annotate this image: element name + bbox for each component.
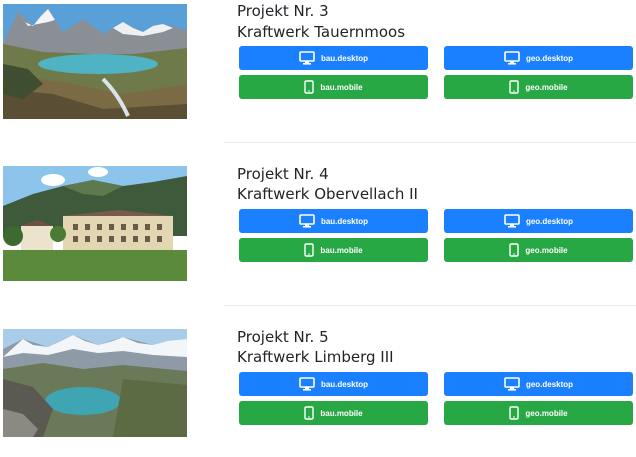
project-divider [224, 142, 636, 143]
bau-desktop-label: bau.desktop [320, 53, 369, 63]
geo-desktop-label: geo.desktop [525, 379, 574, 389]
project-5-number: Projekt Nr. 5 [237, 328, 329, 346]
bau-mobile-label: bau.mobile [320, 408, 363, 418]
geo-desktop-label: geo.desktop [525, 216, 574, 226]
desktop-monitor-icon [504, 51, 520, 65]
project-5-bau-desktop-button[interactable]: bau.desktop [239, 372, 428, 396]
desktop-monitor-icon [504, 214, 520, 228]
geo-mobile-label: geo.mobile [525, 408, 568, 418]
bau-mobile-label: bau.mobile [320, 245, 363, 255]
geo-mobile-label: geo.mobile [525, 245, 568, 255]
project-card-5: Projekt Nr. 5 Kraftwerk Limberg III bau.… [0, 327, 636, 457]
project-4-geo-mobile-button[interactable]: geo.mobile [444, 238, 633, 262]
mobile-phone-icon [509, 406, 520, 420]
project-3-name: Kraftwerk Tauernmoos [237, 23, 406, 41]
project-3-bau-mobile-button[interactable]: bau.mobile [239, 75, 428, 99]
project-4-photo [3, 166, 187, 281]
mobile-phone-icon [304, 406, 315, 420]
mobile-phone-icon [304, 80, 315, 94]
project-divider [224, 305, 636, 306]
project-5-geo-desktop-button[interactable]: geo.desktop [444, 372, 633, 396]
desktop-monitor-icon [504, 377, 520, 391]
project-4-bau-mobile-button[interactable]: bau.mobile [239, 238, 428, 262]
project-4-name: Kraftwerk Obervellach II [237, 185, 418, 203]
desktop-monitor-icon [299, 51, 315, 65]
project-card-4: Projekt Nr. 4 Kraftwerk Obervellach II b… [0, 164, 636, 294]
project-4-geo-desktop-button[interactable]: geo.desktop [444, 209, 633, 233]
project-5-photo [3, 329, 187, 437]
project-3-bau-desktop-button[interactable]: bau.desktop [239, 46, 428, 70]
desktop-monitor-icon [299, 214, 315, 228]
project-4-bau-desktop-button[interactable]: bau.desktop [239, 209, 428, 233]
project-3-photo [3, 4, 187, 119]
bau-mobile-label: bau.mobile [320, 82, 363, 92]
geo-desktop-label: geo.desktop [525, 53, 574, 63]
project-3-geo-desktop-button[interactable]: geo.desktop [444, 46, 633, 70]
project-4-number: Projekt Nr. 4 [237, 165, 329, 183]
project-5-name: Kraftwerk Limberg III [237, 348, 394, 366]
geo-mobile-label: geo.mobile [525, 82, 568, 92]
mobile-phone-icon [509, 80, 520, 94]
bau-desktop-label: bau.desktop [320, 216, 369, 226]
project-5-bau-mobile-button[interactable]: bau.mobile [239, 401, 428, 425]
project-3-geo-mobile-button[interactable]: geo.mobile [444, 75, 633, 99]
project-card-3: Projekt Nr. 3 Kraftwerk Tauernmoos bau.d… [0, 0, 636, 130]
project-5-geo-mobile-button[interactable]: geo.mobile [444, 401, 633, 425]
desktop-monitor-icon [299, 377, 315, 391]
mobile-phone-icon [509, 243, 520, 257]
bau-desktop-label: bau.desktop [320, 379, 369, 389]
mobile-phone-icon [304, 243, 315, 257]
project-3-number: Projekt Nr. 3 [237, 2, 329, 20]
